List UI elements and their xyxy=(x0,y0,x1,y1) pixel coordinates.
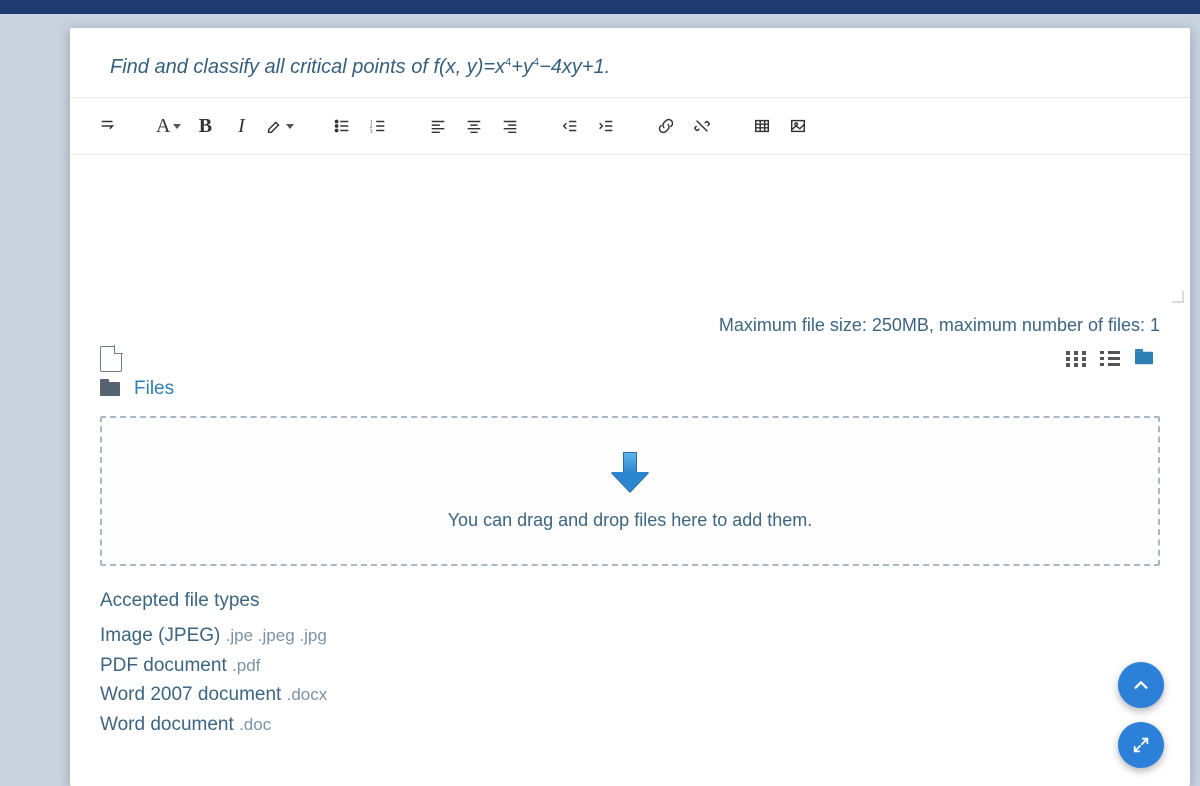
expand-icon xyxy=(1132,736,1150,754)
indent-icon xyxy=(597,117,615,135)
accepted-file-types: Accepted file types Image (JPEG) .jpe .j… xyxy=(70,576,1190,759)
prompt-func: f(x, y)=x xyxy=(433,56,505,78)
accepted-row: Image (JPEG) .jpe .jpeg .jpg xyxy=(100,621,1160,650)
files-header-left xyxy=(100,346,122,372)
bold-label: B xyxy=(199,115,212,138)
svg-text:3: 3 xyxy=(370,128,373,134)
separator xyxy=(300,111,324,141)
align-center-icon xyxy=(465,117,483,135)
bold-button[interactable]: B xyxy=(187,106,223,146)
list-ol-icon: 123 xyxy=(369,117,387,135)
accepted-ext: .doc xyxy=(239,715,271,734)
unordered-list-button[interactable] xyxy=(324,106,360,146)
separator xyxy=(720,111,744,141)
question-prompt: Find and classify all critical points of… xyxy=(70,28,1190,98)
view-mode-icons xyxy=(1066,351,1160,367)
indent-button[interactable] xyxy=(588,106,624,146)
align-left-button[interactable] xyxy=(420,106,456,146)
ordered-list-button[interactable]: 123 xyxy=(360,106,396,146)
content-card: Find and classify all critical points of… xyxy=(70,28,1190,786)
grid-view-button[interactable] xyxy=(1066,351,1086,367)
outdent-button[interactable] xyxy=(552,106,588,146)
prompt-mid1: +y xyxy=(511,56,533,78)
accepted-name: Word document xyxy=(100,714,234,735)
document-icon xyxy=(100,346,122,372)
accepted-name: PDF document xyxy=(100,655,227,676)
accepted-ext: .docx xyxy=(287,685,328,704)
caret-icon xyxy=(286,124,294,129)
align-left-icon xyxy=(429,117,447,135)
separator xyxy=(528,111,552,141)
unlink-button[interactable] xyxy=(684,106,720,146)
highlight-button[interactable] xyxy=(259,106,300,146)
outdent-icon xyxy=(561,117,579,135)
table-icon xyxy=(753,117,771,135)
font-color-label: A xyxy=(156,115,170,138)
list-view-button[interactable] xyxy=(1100,351,1120,367)
chevron-up-icon xyxy=(1132,676,1150,694)
image-button[interactable] xyxy=(780,106,816,146)
tree-view-button[interactable] xyxy=(1134,351,1154,367)
accepted-name: Word 2007 document xyxy=(100,684,281,705)
font-color-button[interactable]: A xyxy=(150,106,187,146)
files-link-row: Files xyxy=(70,378,1190,406)
file-dropzone[interactable]: You can drag and drop files here to add … xyxy=(100,416,1160,566)
link-icon xyxy=(657,117,675,135)
separator xyxy=(126,111,150,141)
accepted-row: PDF document .pdf xyxy=(100,651,1160,680)
dropzone-text: You can drag and drop files here to add … xyxy=(448,510,813,531)
folder-icon xyxy=(100,382,120,396)
paragraph-style-button[interactable] xyxy=(90,106,126,146)
rich-text-editor[interactable] xyxy=(70,155,1190,305)
table-button[interactable] xyxy=(744,106,780,146)
separator xyxy=(624,111,648,141)
files-link[interactable]: Files xyxy=(134,378,174,400)
accepted-title: Accepted file types xyxy=(100,586,1160,615)
accepted-row: Word 2007 document .docx xyxy=(100,680,1160,709)
list-ul-icon xyxy=(333,117,351,135)
folder-icon xyxy=(1135,352,1153,365)
accepted-row: Word document .doc xyxy=(100,710,1160,739)
italic-button[interactable]: I xyxy=(223,106,259,146)
editor-toolbar: A B I 123 xyxy=(70,98,1190,155)
separator xyxy=(396,111,420,141)
caret-icon xyxy=(173,124,181,129)
accepted-ext: .jpe .jpeg .jpg xyxy=(226,626,327,645)
screen: Find and classify all critical points of… xyxy=(0,0,1200,786)
file-limits-text: Maximum file size: 250MB, maximum number… xyxy=(70,305,1190,340)
paragraph-icon xyxy=(99,117,117,135)
accepted-ext: .pdf xyxy=(232,656,260,675)
unlink-icon xyxy=(693,117,711,135)
align-right-button[interactable] xyxy=(492,106,528,146)
download-arrow-icon xyxy=(611,452,649,492)
link-button[interactable] xyxy=(648,106,684,146)
italic-label: I xyxy=(238,115,245,138)
fullscreen-button[interactable] xyxy=(1118,722,1164,768)
prompt-tail: −4xy+1. xyxy=(539,56,610,78)
prompt-prefix: Find and classify all critical points of xyxy=(110,56,433,78)
scroll-to-top-button[interactable] xyxy=(1118,662,1164,708)
files-header xyxy=(70,340,1190,378)
align-center-button[interactable] xyxy=(456,106,492,146)
files-link-left: Files xyxy=(100,378,174,400)
brush-icon xyxy=(265,117,283,135)
accepted-name: Image (JPEG) xyxy=(100,625,220,646)
align-right-icon xyxy=(501,117,519,135)
image-icon xyxy=(789,117,807,135)
